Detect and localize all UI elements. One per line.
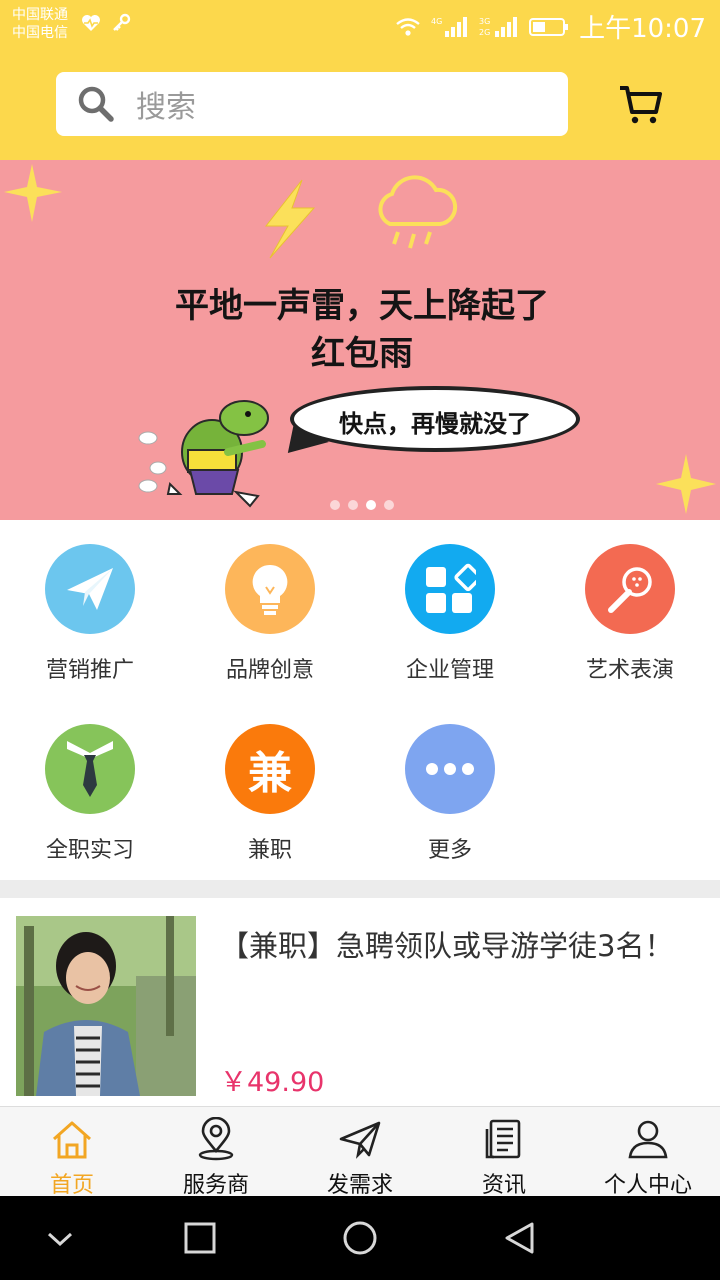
carousel-dot[interactable] — [366, 500, 376, 510]
carrier-1: 中国联通 — [12, 7, 68, 23]
category-label: 兼职 — [247, 838, 292, 863]
recents-square-icon[interactable] — [180, 1218, 220, 1258]
lightbulb-icon — [252, 564, 288, 615]
category-icon-circle: 兼 — [225, 724, 315, 814]
signal-3g-icon: 3G2G — [479, 16, 518, 37]
lightning-icon — [264, 179, 316, 259]
status-icons-left — [80, 12, 132, 34]
signal-4g-icon: 4G — [431, 16, 468, 37]
category-label: 更多 — [427, 838, 472, 863]
tab-label: 资讯 — [481, 1173, 526, 1198]
tab-news[interactable]: 资讯 — [432, 1107, 576, 1198]
carousel-dot[interactable] — [348, 500, 358, 510]
product-card[interactable]: 【兼职】急聘领队或导游学徒3名！ ￥49.90 — [0, 898, 720, 1108]
product-price: ￥49.90 — [220, 1067, 325, 1098]
tab-label: 发需求 — [326, 1173, 393, 1198]
category-icon-circle — [405, 724, 495, 814]
search-input[interactable]: 搜索 — [136, 82, 196, 126]
category-item-brand-creative[interactable]: 品牌创意 — [180, 520, 360, 700]
tab-providers[interactable]: 服务商 — [144, 1107, 288, 1198]
rain-cloud-icon — [378, 175, 458, 249]
necktie-icon — [67, 741, 113, 797]
microphone-icon — [608, 567, 652, 613]
sparkle-icon — [656, 454, 716, 514]
battery-icon — [529, 17, 569, 36]
app-header: 搜索 — [0, 50, 720, 160]
category-label: 企业管理 — [405, 658, 494, 683]
category-icon-circle — [45, 544, 135, 634]
banner-headline-line-2: 红包雨 — [311, 334, 413, 374]
category-item-marketing[interactable]: 营销推广 — [0, 520, 180, 700]
sparkle-icon — [4, 164, 62, 222]
search-icon — [78, 86, 114, 122]
jian-character-icon: 兼 — [248, 748, 292, 799]
tab-label: 首页 — [49, 1173, 94, 1198]
promo-banner[interactable]: 平地一声雷，天上降起了 红包雨 快点，再慢就没了 — [0, 160, 720, 520]
banner-headline-line-1: 平地一声雷，天上降起了 — [175, 286, 549, 326]
speech-bubble-text: 快点，再慢就没了 — [339, 410, 531, 438]
location-pin-icon — [198, 1117, 234, 1161]
home-circle-icon[interactable] — [340, 1218, 380, 1258]
category-item-enterprise[interactable]: 企业管理 — [360, 520, 540, 700]
category-item-performance[interactable]: 艺术表演 — [540, 520, 720, 700]
category-label: 艺术表演 — [585, 658, 674, 683]
category-label: 营销推广 — [45, 658, 134, 683]
wifi-icon — [396, 17, 420, 36]
turtle-mascot — [138, 400, 269, 508]
tab-post-request[interactable]: 发需求 — [288, 1107, 432, 1198]
svg-text:4G: 4G — [431, 17, 442, 26]
grid-blocks-icon — [426, 563, 476, 613]
carousel-dot[interactable] — [384, 500, 394, 510]
more-dots-icon — [426, 763, 474, 775]
clock: 上午10:07 — [579, 14, 706, 44]
banner-headline: 平地一声雷，天上降起了 红包雨 — [0, 282, 720, 378]
category-item-fulltime-intern[interactable]: 全职实习 — [0, 700, 180, 880]
category-label: 品牌创意 — [225, 658, 314, 683]
product-thumbnail[interactable] — [16, 916, 196, 1096]
category-grid: 营销推广 品牌创意 企业管理 艺术表演 全职实习 兼 兼职 更多 — [0, 520, 720, 880]
category-icon-circle — [585, 544, 675, 634]
search-bar[interactable]: 搜索 — [56, 72, 568, 136]
key-icon — [113, 13, 131, 31]
product-photo — [16, 916, 196, 1096]
category-icon-circle — [405, 544, 495, 634]
heartbeat-icon — [82, 15, 100, 31]
status-bar: 中国联通 中国电信 4G 3G 2G 上午10:07 — [0, 0, 720, 50]
tab-label: 个人中心 — [603, 1173, 692, 1198]
product-title[interactable]: 【兼职】急聘领队或导游学徒3名！ — [220, 926, 690, 966]
bottom-tab-bar: 首页 服务商 发需求 资讯 个人中心 — [0, 1106, 720, 1198]
section-divider — [0, 880, 720, 898]
home-icon — [53, 1121, 91, 1159]
carrier-2: 中国电信 — [12, 25, 68, 41]
status-icons-right: 4G 3G 2G 上午10:07 — [395, 8, 706, 45]
category-icon-circle — [225, 544, 315, 634]
category-icon-circle — [45, 724, 135, 814]
tab-home[interactable]: 首页 — [0, 1107, 144, 1198]
send-plane-icon — [339, 1121, 381, 1159]
user-icon — [628, 1120, 668, 1159]
svg-text:3G: 3G — [479, 17, 490, 26]
tab-profile[interactable]: 个人中心 — [576, 1107, 720, 1198]
paper-plane-icon — [67, 568, 113, 610]
cart-icon[interactable] — [616, 80, 664, 128]
category-item-more[interactable]: 更多 — [360, 700, 540, 880]
system-nav-bar — [0, 1196, 720, 1280]
news-document-icon — [485, 1119, 521, 1159]
category-label: 全职实习 — [45, 838, 134, 863]
category-item-parttime[interactable]: 兼 兼职 — [180, 700, 360, 880]
tab-label: 服务商 — [182, 1173, 249, 1198]
back-triangle-icon[interactable] — [500, 1218, 540, 1258]
carousel-dot[interactable] — [330, 500, 340, 510]
chevron-down-icon[interactable] — [40, 1218, 80, 1258]
svg-text:2G: 2G — [479, 28, 490, 37]
carrier-labels: 中国联通 中国电信 — [12, 6, 68, 42]
carousel-indicator — [330, 500, 394, 510]
